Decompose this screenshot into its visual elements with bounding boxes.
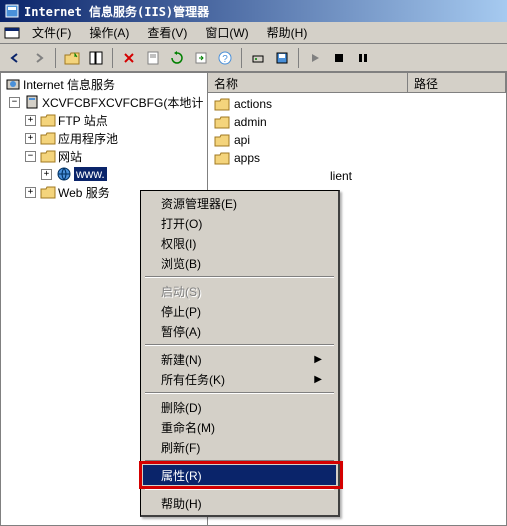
tree-server[interactable]: − XCVFCBFXCVFCBFG(本地计 xyxy=(3,93,205,111)
toolbar: ? xyxy=(0,44,507,72)
tree-site-selected[interactable]: + www. xyxy=(3,165,205,183)
ctx-refresh[interactable]: 刷新(F) xyxy=(143,437,336,457)
ctx-separator xyxy=(145,460,334,462)
forward-button[interactable] xyxy=(28,47,50,69)
menu-view[interactable]: 查看(V) xyxy=(141,22,193,43)
folder-icon xyxy=(214,97,230,111)
start-button[interactable] xyxy=(304,47,326,69)
ctx-delete[interactable]: 删除(D) xyxy=(143,397,336,417)
ctx-separator xyxy=(145,276,334,278)
ctx-separator xyxy=(145,392,334,394)
stop-button[interactable] xyxy=(328,47,350,69)
tree-apppool[interactable]: + 应用程序池 xyxy=(3,129,205,147)
ctx-help[interactable]: 帮助(H) xyxy=(143,493,336,513)
folder-icon xyxy=(40,113,56,127)
menu-window[interactable]: 窗口(W) xyxy=(199,22,254,43)
ctx-alltasks[interactable]: 所有任务(K)▶ xyxy=(143,369,336,389)
ctx-browse[interactable]: 浏览(B) xyxy=(143,253,336,273)
expand-icon[interactable]: + xyxy=(25,187,36,198)
folder-icon xyxy=(40,149,56,163)
folder-icon xyxy=(214,151,230,165)
svg-text:?: ? xyxy=(222,54,228,65)
list-item-obscured[interactable]: lient xyxy=(210,167,504,185)
back-button[interactable] xyxy=(4,47,26,69)
up-button[interactable] xyxy=(61,47,83,69)
list-item[interactable]: actions xyxy=(210,95,504,113)
ctx-stop[interactable]: 停止(P) xyxy=(143,301,336,321)
tree-ftp[interactable]: + FTP 站点 xyxy=(3,111,205,129)
ctx-start: 启动(S) xyxy=(143,281,336,301)
globe-icon xyxy=(56,166,72,182)
ctx-rename[interactable]: 重命名(M) xyxy=(143,417,336,437)
menu-help[interactable]: 帮助(H) xyxy=(261,22,314,43)
ctx-permissions[interactable]: 权限(I) xyxy=(143,233,336,253)
menu-action[interactable]: 操作(A) xyxy=(83,22,135,43)
expand-icon[interactable]: + xyxy=(41,169,52,180)
export-button[interactable] xyxy=(190,47,212,69)
pause-button[interactable] xyxy=(352,47,374,69)
ctx-separator xyxy=(145,344,334,346)
mmc-icon xyxy=(4,25,20,41)
menu-bar: 文件(F) 操作(A) 查看(V) 窗口(W) 帮助(H) xyxy=(0,22,507,44)
list-header: 名称 路径 xyxy=(208,73,506,93)
context-menu: 资源管理器(E) 打开(O) 权限(I) 浏览(B) 启动(S) 停止(P) 暂… xyxy=(140,190,340,517)
list-item[interactable]: apps xyxy=(210,149,504,167)
col-name[interactable]: 名称 xyxy=(208,73,408,92)
delete-button[interactable] xyxy=(118,47,140,69)
collapse-icon[interactable]: − xyxy=(25,151,36,162)
help-button[interactable]: ? xyxy=(214,47,236,69)
app-icon xyxy=(4,3,20,19)
window-title: Internet 信息服务(IIS)管理器 xyxy=(24,3,209,20)
ctx-explorer[interactable]: 资源管理器(E) xyxy=(143,193,336,213)
refresh-button[interactable] xyxy=(166,47,188,69)
server-icon xyxy=(24,94,40,110)
expand-icon[interactable]: + xyxy=(25,133,36,144)
tree-root[interactable]: Internet 信息服务 xyxy=(3,75,205,93)
submenu-arrow-icon: ▶ xyxy=(314,374,322,385)
submenu-arrow-icon: ▶ xyxy=(314,354,322,365)
ctx-pause[interactable]: 暂停(A) xyxy=(143,321,336,341)
ctx-open[interactable]: 打开(O) xyxy=(143,213,336,233)
iis-icon xyxy=(5,76,21,92)
save-config-button[interactable] xyxy=(271,47,293,69)
folder-icon xyxy=(40,131,56,145)
folder-icon xyxy=(40,185,56,199)
expand-icon[interactable]: + xyxy=(25,115,36,126)
connect-button[interactable] xyxy=(247,47,269,69)
folder-icon xyxy=(214,115,230,129)
folder-icon xyxy=(214,133,230,147)
show-hide-button[interactable] xyxy=(85,47,107,69)
collapse-icon[interactable]: − xyxy=(9,97,20,108)
window-titlebar: Internet 信息服务(IIS)管理器 xyxy=(0,0,507,22)
ctx-separator xyxy=(145,488,334,490)
col-path[interactable]: 路径 xyxy=(408,73,506,92)
tree-websites[interactable]: − 网站 xyxy=(3,147,205,165)
list-item[interactable]: api xyxy=(210,131,504,149)
ctx-new[interactable]: 新建(N)▶ xyxy=(143,349,336,369)
ctx-properties[interactable]: 属性(R) xyxy=(143,465,336,485)
properties-button[interactable] xyxy=(142,47,164,69)
menu-file[interactable]: 文件(F) xyxy=(26,22,77,43)
list-item[interactable]: admin xyxy=(210,113,504,131)
